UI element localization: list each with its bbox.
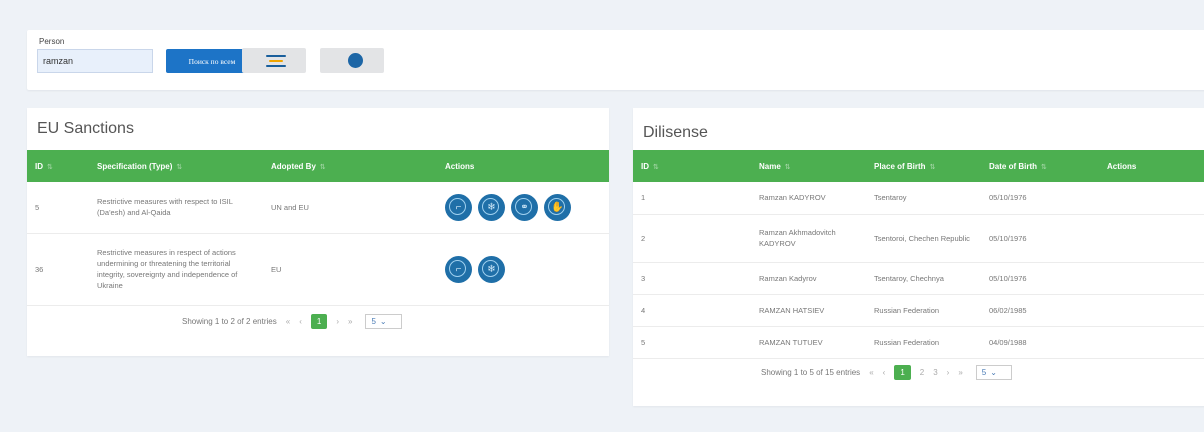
page-button[interactable]: 3 [933, 368, 937, 377]
row-place-of-birth: Tsentoroi, Chechen Republic [866, 214, 981, 263]
row-id: 2 [633, 214, 751, 263]
row-id: 36 [27, 233, 89, 306]
sort-icon[interactable]: ⇅ [176, 164, 182, 171]
row-actions: ⌐ ❄ [437, 233, 609, 306]
bars-icon [266, 55, 286, 67]
row-actions [1099, 214, 1204, 263]
prev-page-icon[interactable]: ‹ [299, 317, 302, 326]
row-id: 5 [633, 326, 751, 359]
sort-icon[interactable]: ⇅ [930, 164, 936, 171]
row-actions [1099, 182, 1204, 215]
dilisense-title: Dilisense [643, 124, 708, 141]
person-label: Person [39, 37, 65, 46]
row-specification: Restrictive measures in respect of actio… [89, 233, 263, 306]
column-header[interactable]: Name ⇅ [751, 150, 866, 182]
eu-sanctions-table: ID ⇅ Specification (Type) ⇅ Adopted By ⇅ Ac… [27, 150, 609, 306]
column-header[interactable]: Specification (Type) ⇅ [89, 150, 263, 182]
row-id: 1 [633, 182, 751, 215]
page-button[interactable]: 1 [310, 314, 328, 329]
dilisense-pagination: Showing 1 to 5 of 15 entries « ‹ 1 2 3 ›… [761, 365, 1021, 380]
row-adopted-by: EU [263, 233, 437, 306]
search-card: Person Поиск по всем [27, 30, 1204, 90]
row-actions: ⌐ ❄ ⚭ ✋ [437, 182, 609, 234]
filter-button[interactable] [242, 48, 306, 73]
next-page-icon[interactable]: › [947, 368, 950, 377]
row-place-of-birth: Tsentaroy, Chechnya [866, 262, 981, 295]
row-place-of-birth: Tsentaroy [866, 182, 981, 215]
column-header[interactable]: ID ⇅ [27, 150, 89, 182]
row-name: RAMZAN HATSIEV [751, 294, 866, 327]
page-button[interactable]: 1 [894, 365, 911, 380]
table-row: 5 Restrictive measures with respect to I… [27, 182, 609, 234]
eu-sanctions-title: EU Sanctions [37, 120, 134, 137]
row-id: 3 [633, 262, 751, 295]
row-actions [1099, 262, 1204, 295]
chevron-down-icon: ⌄ [990, 368, 997, 377]
table-row: 4 RAMZAN HATSIEV Russian Federation 06/0… [633, 294, 1204, 327]
table-row: 3 Ramzan Kadyrov Tsentaroy, Chechnya 05/… [633, 262, 1204, 295]
row-adopted-by: UN and EU [263, 182, 437, 234]
row-place-of-birth: Russian Federation [866, 326, 981, 359]
row-name: Ramzan Kadyrov [751, 262, 866, 295]
row-place-of-birth: Russian Federation [866, 294, 981, 327]
person-search-input[interactable] [37, 49, 153, 73]
row-id: 5 [27, 182, 89, 234]
next-page-icon[interactable]: › [336, 317, 339, 326]
snowflake-icon[interactable]: ❄ [478, 193, 505, 221]
dilisense-panel: Dilisense ID ⇅ Name ⇅ Place of Birth ⇅ Date… [633, 108, 1204, 406]
page-size-select[interactable]: 5 ⌄ [365, 314, 402, 329]
page-button[interactable]: 2 [920, 368, 924, 377]
sort-icon[interactable]: ⇅ [785, 164, 791, 171]
row-date-of-birth: 04/09/1988 [981, 326, 1099, 359]
prev-page-icon[interactable]: ‹ [883, 368, 886, 377]
row-date-of-birth: 05/10/1976 [981, 214, 1099, 263]
sort-icon[interactable]: ⇅ [47, 164, 53, 171]
snowflake-icon[interactable]: ❄ [478, 255, 505, 283]
eu-sanctions-panel: EU Sanctions ID ⇅ Specification (Type) ⇅ A… [27, 108, 609, 356]
row-date-of-birth: 06/02/1985 [981, 294, 1099, 327]
sort-icon[interactable]: ⇅ [320, 164, 326, 171]
dilisense-table: ID ⇅ Name ⇅ Place of Birth ⇅ Date of Birth ⇅… [633, 150, 1204, 359]
column-header[interactable]: Adopted By ⇅ [263, 150, 437, 182]
row-date-of-birth: 05/10/1976 [981, 262, 1099, 295]
first-page-icon[interactable]: « [869, 368, 873, 377]
status-button[interactable] [320, 48, 384, 73]
table-header-row: ID ⇅ Specification (Type) ⇅ Adopted By ⇅ Ac… [27, 150, 609, 182]
gun-icon[interactable]: ⌐ [445, 255, 472, 283]
row-name: Ramzan Akhmadovitch KADYROV [751, 214, 866, 263]
row-name: Ramzan KADYROV [751, 182, 866, 215]
column-header: Actions [437, 150, 609, 182]
row-actions [1099, 294, 1204, 327]
hand-icon[interactable]: ✋ [544, 193, 571, 221]
column-header[interactable]: Place of Birth ⇅ [866, 150, 981, 182]
last-page-icon[interactable]: » [348, 317, 352, 326]
last-page-icon[interactable]: » [958, 368, 962, 377]
column-header: Actions [1099, 150, 1204, 182]
eu-pagination: Showing 1 to 2 of 2 entries « ‹ 1 › » 5 ⌄ [182, 314, 411, 329]
sort-icon[interactable]: ⇅ [1041, 164, 1047, 171]
pagination-info: Showing 1 to 2 of 2 entries [182, 317, 277, 326]
table-row: 2 Ramzan Akhmadovitch KADYROV Tsentoroi,… [633, 214, 1204, 263]
row-actions [1099, 326, 1204, 359]
table-row: 36 Restrictive measures in respect of ac… [27, 233, 609, 306]
row-id: 4 [633, 294, 751, 327]
pagination-info: Showing 1 to 5 of 15 entries [761, 368, 861, 377]
first-page-icon[interactable]: « [286, 317, 290, 326]
row-date-of-birth: 05/10/1976 [981, 182, 1099, 215]
row-name: RAMZAN TUTUEV [751, 326, 866, 359]
gun-icon[interactable]: ⌐ [445, 193, 472, 221]
handshake-icon[interactable]: ⚭ [511, 193, 538, 221]
table-header-row: ID ⇅ Name ⇅ Place of Birth ⇅ Date of Birth ⇅… [633, 150, 1204, 182]
column-header[interactable]: Date of Birth ⇅ [981, 150, 1099, 182]
page-size-select[interactable]: 5 ⌄ [975, 365, 1012, 380]
circle-icon [348, 53, 363, 68]
column-header[interactable]: ID ⇅ [633, 150, 751, 182]
chevron-down-icon: ⌄ [379, 317, 387, 326]
row-specification: Restrictive measures with respect to ISI… [89, 182, 263, 234]
sort-icon[interactable]: ⇅ [653, 164, 659, 171]
table-row: 1 Ramzan KADYROV Tsentaroy 05/10/1976 [633, 182, 1204, 215]
table-row: 5 RAMZAN TUTUEV Russian Federation 04/09… [633, 326, 1204, 359]
